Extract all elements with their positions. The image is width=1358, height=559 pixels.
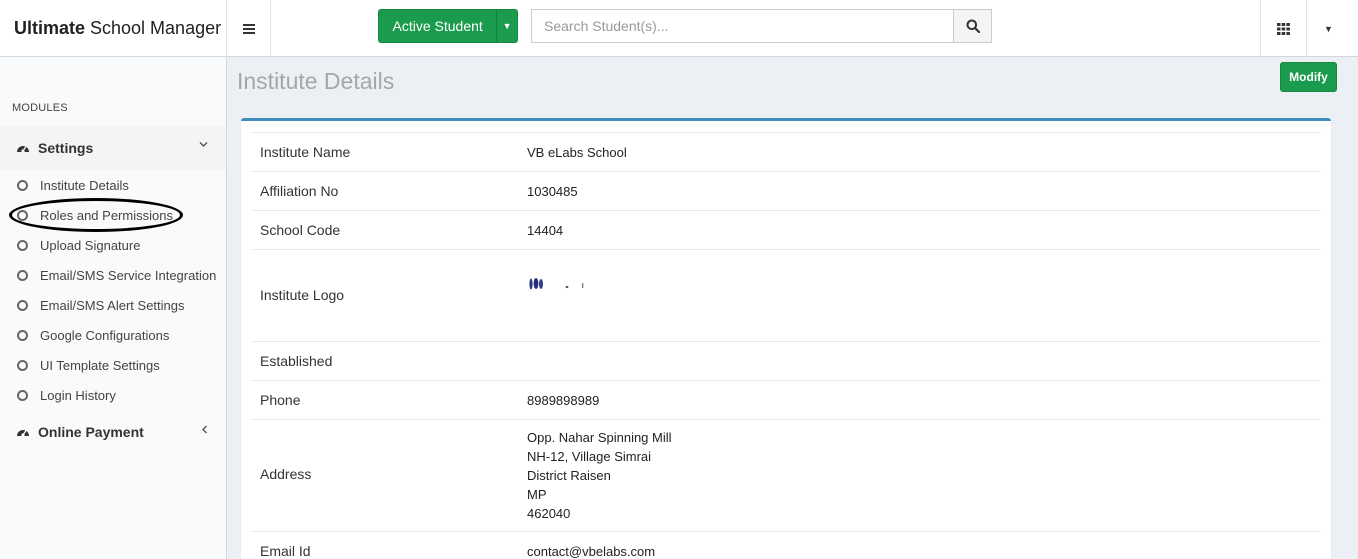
circle-icon xyxy=(17,239,28,251)
hamburger-icon xyxy=(242,23,255,34)
institute-logo-image xyxy=(527,277,587,291)
student-filter-dropdown[interactable]: Active Student ▼ xyxy=(378,9,518,43)
institute-details-card: Institute Name VB eLabs School Affiliati… xyxy=(241,118,1331,559)
sidebar-item-roles-and-permissions[interactable]: Roles and Permissions xyxy=(0,200,226,230)
circle-icon xyxy=(17,209,28,221)
detail-row-phone: Phone 8989898989 xyxy=(252,380,1321,419)
dashboard-icon xyxy=(17,430,29,437)
detail-row-institute-logo: Institute Logo xyxy=(252,249,1321,341)
sidebar-group-label: Settings xyxy=(38,140,94,156)
sidebar-group-online-payment[interactable]: Online Payment xyxy=(0,410,226,454)
sidebar-item-label: Upload Signature xyxy=(40,237,141,253)
apps-button[interactable] xyxy=(1260,0,1306,57)
search-icon xyxy=(966,19,980,33)
grid-icon xyxy=(1277,22,1290,35)
address-value: Opp. Nahar Spinning Mill NH-12, Village … xyxy=(527,428,672,523)
sidebar-item-login-history[interactable]: Login History xyxy=(0,380,226,410)
detail-value: 14404 xyxy=(527,223,564,238)
top-header: Ultimate School Manager Active Student ▼… xyxy=(0,0,1358,57)
brand-logo[interactable]: Ultimate School Manager xyxy=(0,0,227,57)
user-menu-button[interactable]: ▼ xyxy=(1306,0,1350,57)
caret-down-icon: ▼ xyxy=(1324,23,1333,34)
sidebar-item-institute-details[interactable]: Institute Details xyxy=(0,170,226,200)
sidebar-section-header: MODULES xyxy=(12,102,68,114)
detail-value: VB eLabs School xyxy=(527,145,627,160)
search-button[interactable] xyxy=(953,9,992,43)
address-line: MP xyxy=(527,487,547,502)
chevron-left-icon xyxy=(202,425,207,434)
detail-value: 8989898989 xyxy=(527,393,600,408)
dashboard-icon xyxy=(17,146,29,153)
sidebar-item-email-sms-service-integration[interactable]: Email/SMS Service Integration xyxy=(0,260,226,290)
detail-label: Email Id xyxy=(260,543,311,559)
student-filter-label: Active Student xyxy=(392,18,483,34)
circle-icon xyxy=(17,269,28,281)
sidebar-toggle-button[interactable] xyxy=(227,0,271,57)
address-line: District Raisen xyxy=(527,468,611,483)
page-title: Institute Details xyxy=(237,68,395,94)
brand-text: School Manager xyxy=(90,18,222,38)
detail-label: School Code xyxy=(260,222,341,238)
detail-label: Established xyxy=(260,353,333,369)
sidebar-item-google-configurations[interactable]: Google Configurations xyxy=(0,320,226,350)
detail-value: contact@vbelabs.com xyxy=(527,544,656,559)
detail-row-institute-name: Institute Name VB eLabs School xyxy=(252,132,1321,171)
search-input[interactable] xyxy=(531,9,953,43)
brand-bold-text: Ultimate xyxy=(14,18,86,38)
sidebar-item-label: Roles and Permissions xyxy=(40,207,173,223)
sidebar-item-label: Email/SMS Service Integration xyxy=(40,267,217,283)
detail-row-school-code: School Code 14404 xyxy=(252,210,1321,249)
detail-row-established: Established xyxy=(252,341,1321,380)
detail-label: Affiliation No xyxy=(260,183,339,199)
detail-label: Phone xyxy=(260,392,301,408)
detail-label: Address xyxy=(260,466,312,482)
student-search xyxy=(531,9,992,43)
modify-button[interactable]: Modify xyxy=(1280,62,1337,92)
circle-icon xyxy=(17,179,28,191)
sidebar-item-label: Google Configurations xyxy=(40,327,170,343)
sidebar-item-label: Institute Details xyxy=(40,177,129,193)
address-line: 462040 xyxy=(527,506,571,521)
address-line: Opp. Nahar Spinning Mill xyxy=(527,430,672,445)
sidebar-item-label: Email/SMS Alert Settings xyxy=(40,297,185,313)
detail-row-affiliation-no: Affiliation No 1030485 xyxy=(252,171,1321,210)
circle-icon xyxy=(17,299,28,311)
chevron-down-icon xyxy=(199,142,208,147)
detail-label: Institute Name xyxy=(260,144,351,160)
circle-icon xyxy=(17,359,28,371)
circle-icon xyxy=(17,329,28,341)
detail-value: 1030485 xyxy=(527,184,578,199)
detail-row-email-id: Email Id contact@vbelabs.com xyxy=(252,531,1321,559)
sidebar-item-upload-signature[interactable]: Upload Signature xyxy=(0,230,226,260)
sidebar-group-label: Online Payment xyxy=(38,424,144,440)
caret-down-icon[interactable]: ▼ xyxy=(496,10,517,42)
address-line: NH-12, Village Simrai xyxy=(527,449,652,464)
circle-icon xyxy=(17,389,28,401)
sidebar-item-label: Login History xyxy=(40,387,116,403)
sidebar-item-label: UI Template Settings xyxy=(40,357,160,373)
sidebar-group-settings[interactable]: Settings xyxy=(0,126,226,170)
sidebar-item-email-sms-alert-settings[interactable]: Email/SMS Alert Settings xyxy=(0,290,226,320)
sidebar: MODULES Settings Institute Details Roles… xyxy=(0,57,227,559)
sidebar-item-ui-template-settings[interactable]: UI Template Settings xyxy=(0,350,226,380)
detail-row-address: Address Opp. Nahar Spinning Mill NH-12, … xyxy=(252,419,1321,531)
detail-label: Institute Logo xyxy=(260,287,345,303)
